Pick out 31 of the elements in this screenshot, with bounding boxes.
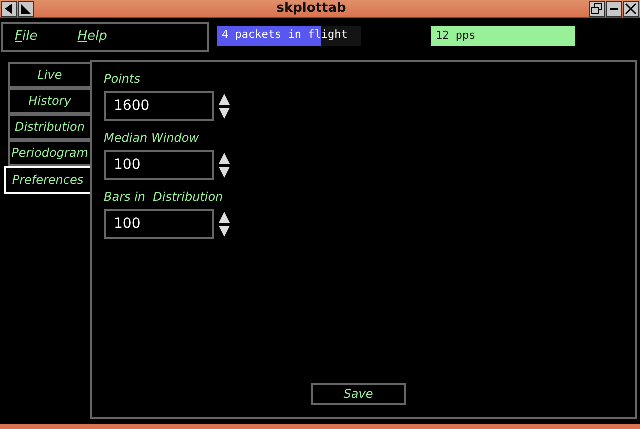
number-field[interactable]: 100: [104, 150, 214, 180]
tab[interactable]: Periodogram: [8, 140, 90, 166]
menu-item[interactable]: File: [15, 29, 38, 44]
triangle-icon: [20, 2, 32, 14]
restore-icon: [591, 2, 603, 14]
number-field[interactable]: 1600: [104, 91, 214, 121]
tab[interactable]: Distribution: [8, 114, 90, 140]
restore-button[interactable]: [589, 0, 605, 16]
up-arrow-icon[interactable]: [218, 152, 231, 164]
minimize-button[interactable]: [606, 0, 622, 16]
tab[interactable]: Preferences: [4, 166, 90, 194]
up-arrow-icon[interactable]: [218, 210, 231, 224]
close-icon: [625, 2, 637, 14]
close-button[interactable]: [623, 0, 639, 16]
down-arrow-icon[interactable]: [218, 224, 231, 238]
tab[interactable]: Live: [8, 62, 90, 88]
field-label: Points: [104, 72, 142, 88]
up-arrow-icon[interactable]: [218, 92, 231, 106]
window-menu-button[interactable]: [1, 0, 17, 16]
down-arrow-icon[interactable]: [218, 106, 231, 120]
down-arrow-icon[interactable]: [218, 166, 231, 178]
shade-button[interactable]: [18, 0, 34, 16]
window-title: skplottab: [276, 1, 346, 16]
field-label: Median Window: [104, 131, 200, 147]
left-arrow-icon: [3, 2, 15, 14]
field-label: Bars in Distribution: [104, 190, 224, 206]
number-field[interactable]: 100: [104, 209, 214, 239]
tab[interactable]: History: [8, 88, 90, 114]
menu-item[interactable]: Help: [78, 29, 108, 44]
save-button[interactable]: Save: [311, 383, 406, 405]
rate-label: 12 pps: [431, 26, 575, 46]
